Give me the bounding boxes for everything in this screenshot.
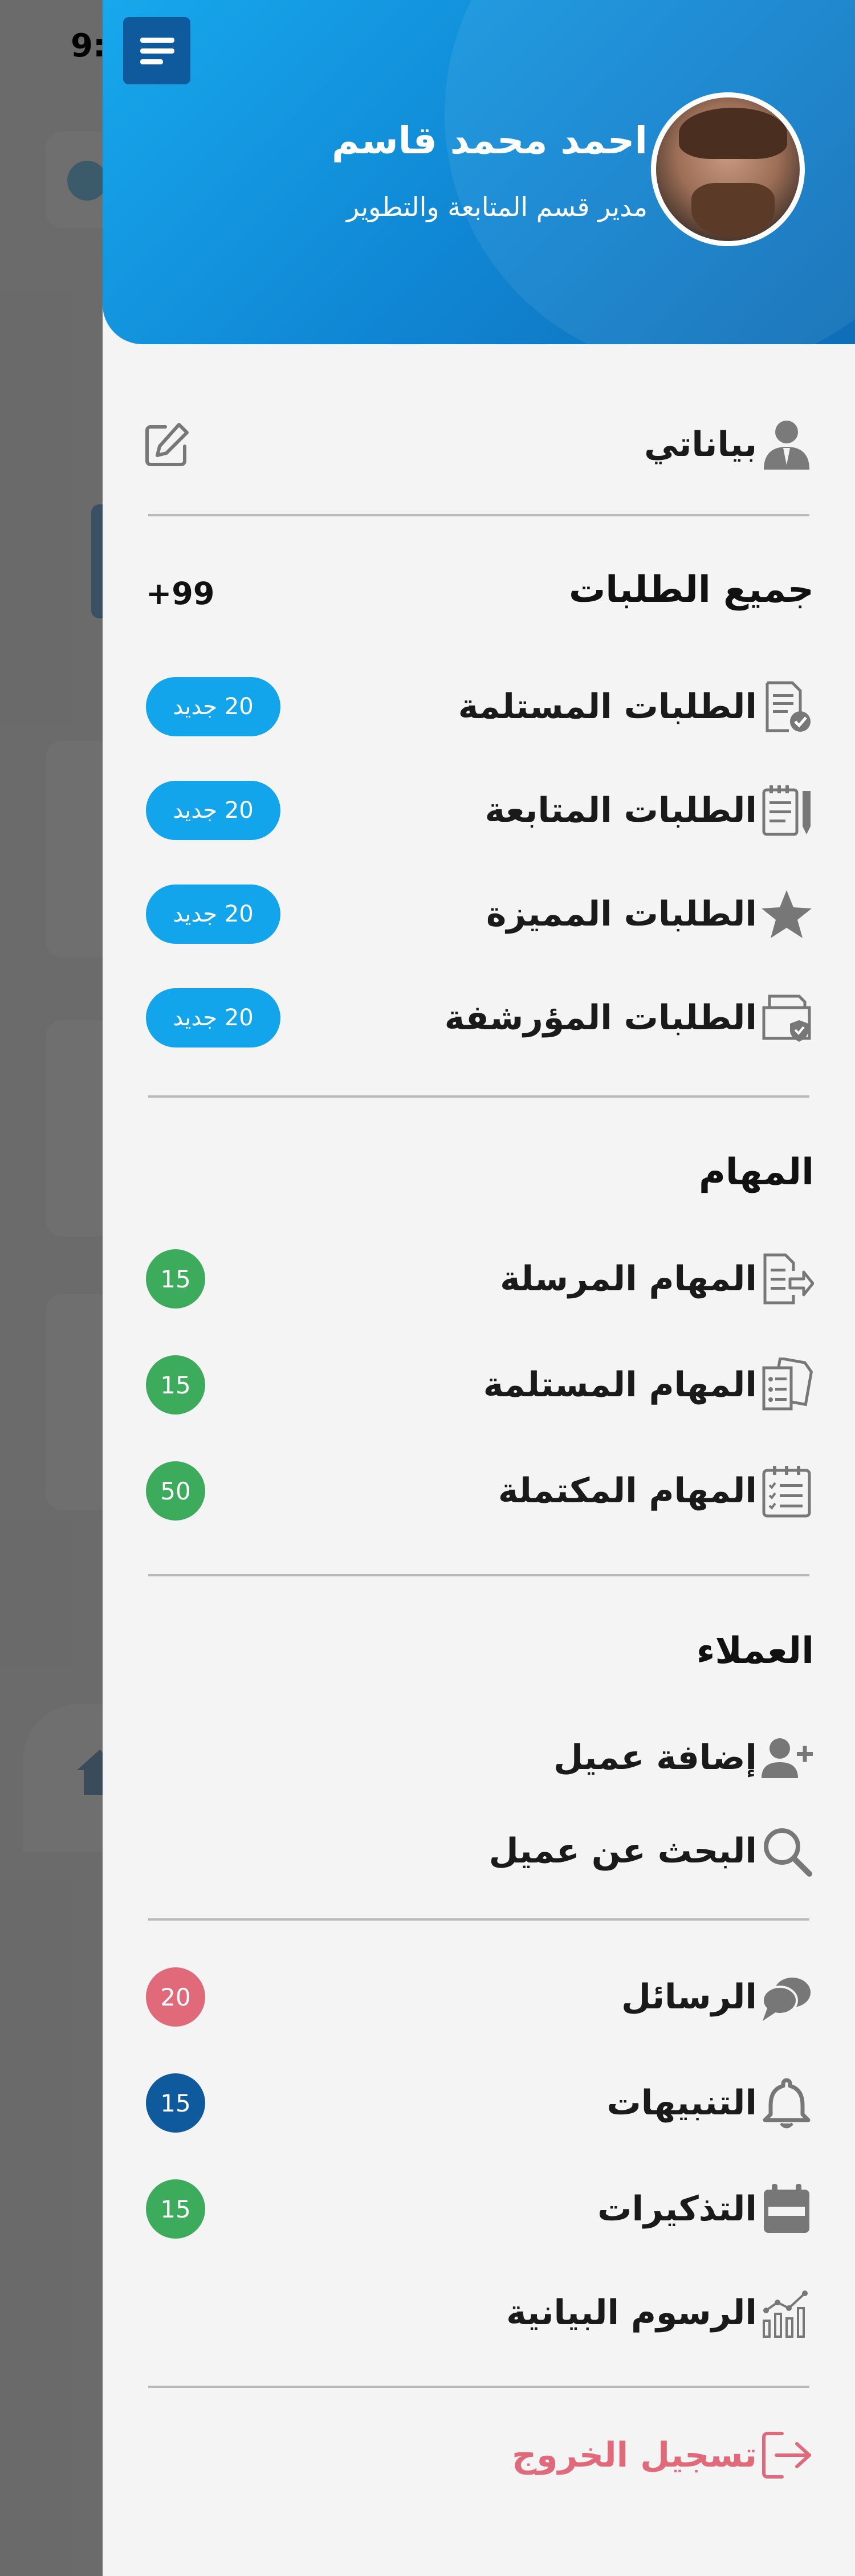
new-count-badge: 20 جديد [146,988,280,1047]
edit-icon[interactable] [144,421,190,468]
menu-item-reminders[interactable]: التذكيرات 15 [103,2175,855,2243]
menu-item-notifications[interactable]: التنبيهات 15 [103,2069,855,2137]
count-badge: 15 [146,2179,205,2239]
add-user-icon [762,1738,813,1778]
menu-item-charts[interactable]: الرسوم البيانية [103,2279,855,2347]
user-role: مدير قسم المتابعة والتطوير [347,191,648,222]
count-badge: 15 [146,2073,205,2133]
logout-label: تسجيل الخروج [512,2435,757,2475]
requests-section-title: جميع الطلبات [568,569,814,611]
menu-icon [140,59,163,64]
menu-item-followed-requests[interactable]: الطلبات المتابعة 20 جديد [103,776,855,845]
search-icon [764,1828,812,1877]
count-badge: 15 [146,1249,205,1309]
menu-item-add-client[interactable]: إضافة عميل [103,1723,855,1792]
count-badge: 50 [146,1461,205,1521]
divider [148,1918,809,1921]
count-badge: 20 [146,1967,205,2027]
requests-total-count: +99 [146,576,215,612]
divider [148,1095,809,1098]
menu-item-sent-tasks[interactable]: المهام المرسلة 15 [103,1245,855,1313]
menu-item-label: التذكيرات [597,2189,757,2229]
menu-item-label: بياناتي [644,425,757,464]
user-name: احمد محمد قاسم [332,119,648,162]
menu-item-label: الطلبات المميزة [486,894,757,934]
calendar-icon [764,2184,809,2233]
divider [148,2386,809,2388]
new-count-badge: 20 جديد [146,781,280,840]
menu-item-label: التنبيهات [606,2083,758,2123]
menu-item-messages[interactable]: الرسائل 20 [103,1963,855,2031]
navigation-drawer: احمد محمد قاسم مدير قسم المتابعة والتطوي… [103,0,855,2576]
bell-icon [763,2078,811,2129]
followed-requests-icon [762,785,811,836]
archive-icon [762,994,811,1042]
completed-tasks-icon [762,1466,811,1518]
menu-item-label: الرسوم البيانية [506,2293,757,2333]
menu-item-search-client[interactable]: البحث عن عميل [103,1817,855,1885]
user-icon [764,421,809,470]
menu-item-label: المهام المكتملة [498,1471,757,1511]
menu-item-label: البحث عن عميل [488,1831,757,1871]
menu-item-label: الطلبات المستلمة [458,687,757,727]
tasks-section-title: المهام [698,1151,814,1193]
sent-tasks-icon [763,1253,814,1305]
divider [148,1574,809,1576]
chart-icon [763,2290,808,2338]
status-time: 9: [71,27,106,64]
drawer-header: احمد محمد قاسم مدير قسم المتابعة والتطوي… [103,0,855,344]
menu-button[interactable] [123,17,190,84]
drawer-scrim[interactable] [0,0,103,2576]
menu-item-my-data[interactable]: بياناتي [103,410,855,479]
menu-icon [140,48,174,54]
count-badge: 15 [146,1355,205,1415]
avatar[interactable] [651,92,805,246]
received-requests-icon [766,681,811,732]
menu-item-label: المهام المستلمة [483,1365,757,1405]
new-count-badge: 20 جديد [146,885,280,944]
divider [148,514,809,516]
menu-item-received-requests[interactable]: الطلبات المستلمة 20 جديد [103,672,855,741]
menu-item-label: الطلبات المتابعة [484,790,757,830]
new-count-badge: 20 جديد [146,677,280,736]
received-tasks-icon [762,1358,813,1411]
menu-item-received-tasks[interactable]: المهام المستلمة 15 [103,1351,855,1419]
menu-item-label: المهام المرسلة [500,1259,757,1299]
menu-icon [140,38,174,43]
star-icon [762,890,812,938]
menu-item-completed-tasks[interactable]: المهام المكتملة 50 [103,1457,855,1525]
menu-item-archived-requests[interactable]: الطلبات المؤرشفة 20 جديد [103,984,855,1052]
clients-section-title: العملاء [696,1630,814,1672]
logout-icon [762,2432,811,2479]
menu-item-label: الطلبات المؤرشفة [444,998,757,1038]
menu-item-label: إضافة عميل [553,1738,757,1778]
menu-item-featured-requests[interactable]: الطلبات المميزة 20 جديد [103,880,855,948]
menu-item-label: الرسائل [621,1977,757,2017]
logout-button[interactable]: تسجيل الخروج [103,2421,855,2489]
chat-icon [762,1978,811,2021]
